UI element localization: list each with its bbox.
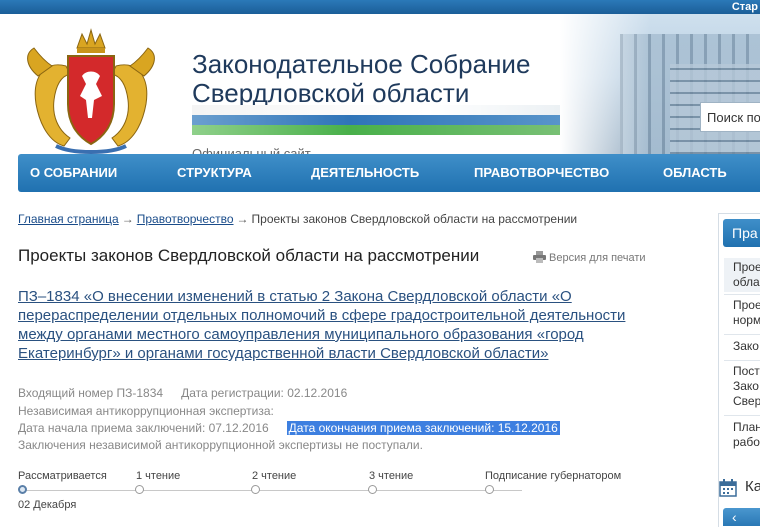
site-title-line1: Законодательное Собрание — [192, 49, 531, 79]
sidebar-item-text: Прое — [733, 298, 760, 312]
site-title[interactable]: Законодательное Собрание Свердловской об… — [192, 50, 530, 108]
print-version-link[interactable]: Версия для печати — [533, 251, 646, 264]
sidebar-item-text: норм — [733, 313, 760, 327]
top-strip: Стар — [0, 0, 760, 14]
nav-item-structure[interactable]: Структура — [177, 154, 252, 192]
breadcrumb-section-link[interactable]: Правотворчество — [137, 212, 234, 226]
bill-meta-row: Входящий номер ПЗ-1834 Дата регистрации: … — [18, 386, 347, 400]
end-date-highlighted: Дата окончания приема заключений: 15.12.… — [286, 421, 560, 435]
start-date: Дата начала приема заключений: 07.12.201… — [18, 421, 269, 435]
sidebar-item-text: Зако — [733, 339, 759, 353]
bill-title-link[interactable]: ПЗ–1834 «О внесении изменений в статью 2… — [18, 287, 636, 363]
sidebar-item-text: Прое — [733, 260, 760, 274]
sidebar-item-text: рабо — [733, 435, 760, 449]
expertise-label: Независимая антикоррупционная экспертиза… — [18, 404, 274, 418]
timeline-track — [22, 490, 522, 491]
sidebar-divider — [724, 360, 760, 361]
page-title: Проекты законов Свердловской области на … — [18, 246, 480, 265]
stage-label-signing: Подписание губернатором — [485, 470, 622, 482]
nav-item-about[interactable]: О собрании — [30, 154, 117, 192]
site-title-line2: Свердловской области — [192, 78, 470, 108]
sidebar-item-text: Зако — [733, 379, 759, 393]
stage-dot-review[interactable] — [18, 485, 27, 494]
sidebar-item-text: обла — [733, 275, 760, 289]
breadcrumb-separator: → — [236, 212, 249, 226]
sidebar-item-resolutions[interactable]: Пост Зако Свер — [724, 364, 760, 412]
nav-item-activity[interactable]: Деятельность — [311, 154, 419, 192]
regional-flag-stripe — [192, 105, 586, 135]
nav-item-region[interactable]: Область — [663, 154, 727, 192]
sidebar-header[interactable]: Пра — [723, 219, 760, 247]
sidebar-item-bills-normative[interactable]: Прое норм — [724, 298, 760, 332]
stage-label-reading-3: 3 чтение — [369, 470, 414, 482]
old-version-link[interactable]: Стар — [732, 0, 760, 14]
stage-label-reading-2: 2 чтение — [252, 470, 297, 482]
building-banner-image — [560, 14, 760, 154]
registration-date: Дата регистрации: 02.12.2016 — [181, 386, 348, 400]
breadcrumb-home-link[interactable]: Главная страница — [18, 212, 119, 226]
expertise-dates-row: Дата начала приема заключений: 07.12.201… — [18, 421, 560, 435]
sidebar-item-text: План — [733, 420, 760, 434]
stage-dot-reading-2[interactable] — [251, 485, 260, 494]
sidebar-divider — [724, 415, 760, 416]
sidebar-item-text: Свер — [733, 394, 760, 408]
breadcrumb-current: Проекты законов Свердловской области на … — [251, 212, 578, 226]
sidebar-item-work-plan[interactable]: План рабо — [724, 420, 760, 454]
conclusions-status: Заключения независимой антикоррупционной… — [18, 438, 423, 452]
stage-dot-signing[interactable] — [485, 485, 494, 494]
calendar-prev-button[interactable]: ‹ — [723, 508, 760, 526]
sidebar-divider — [724, 334, 760, 335]
printer-icon — [533, 251, 546, 263]
stage-dot-reading-3[interactable] — [368, 485, 377, 494]
incoming-number: Входящий номер ПЗ-1834 — [18, 386, 164, 400]
main-nav: О собрании Структура Деятельность Правот… — [18, 154, 760, 192]
calendar-icon — [719, 479, 737, 497]
sidebar-divider — [724, 294, 760, 295]
stage-label-review: Рассматривается — [18, 470, 107, 482]
sidebar-item-text: Пост — [733, 364, 760, 378]
breadcrumb: Главная страница → Правотворчество → Проекты… — [18, 212, 577, 226]
search-input[interactable]: Поиск по — [700, 102, 760, 132]
sidebar-item-laws[interactable]: Зако — [724, 339, 760, 357]
stage-dot-reading-1[interactable] — [135, 485, 144, 494]
calendar-label[interactable]: Ка — [745, 478, 760, 495]
site-header: Законодательное Собрание Свердловской об… — [0, 14, 760, 161]
coat-of-arms-logo[interactable] — [22, 26, 160, 154]
breadcrumb-separator: → — [121, 212, 134, 226]
sidebar-item-bills-region[interactable]: Прое обла — [724, 258, 760, 292]
print-version-label: Версия для печати — [549, 252, 646, 264]
stage-date: 02 Декабря — [18, 499, 77, 511]
stage-label-reading-1: 1 чтение — [136, 470, 181, 482]
nav-item-lawmaking[interactable]: Правотворчество — [474, 154, 609, 192]
